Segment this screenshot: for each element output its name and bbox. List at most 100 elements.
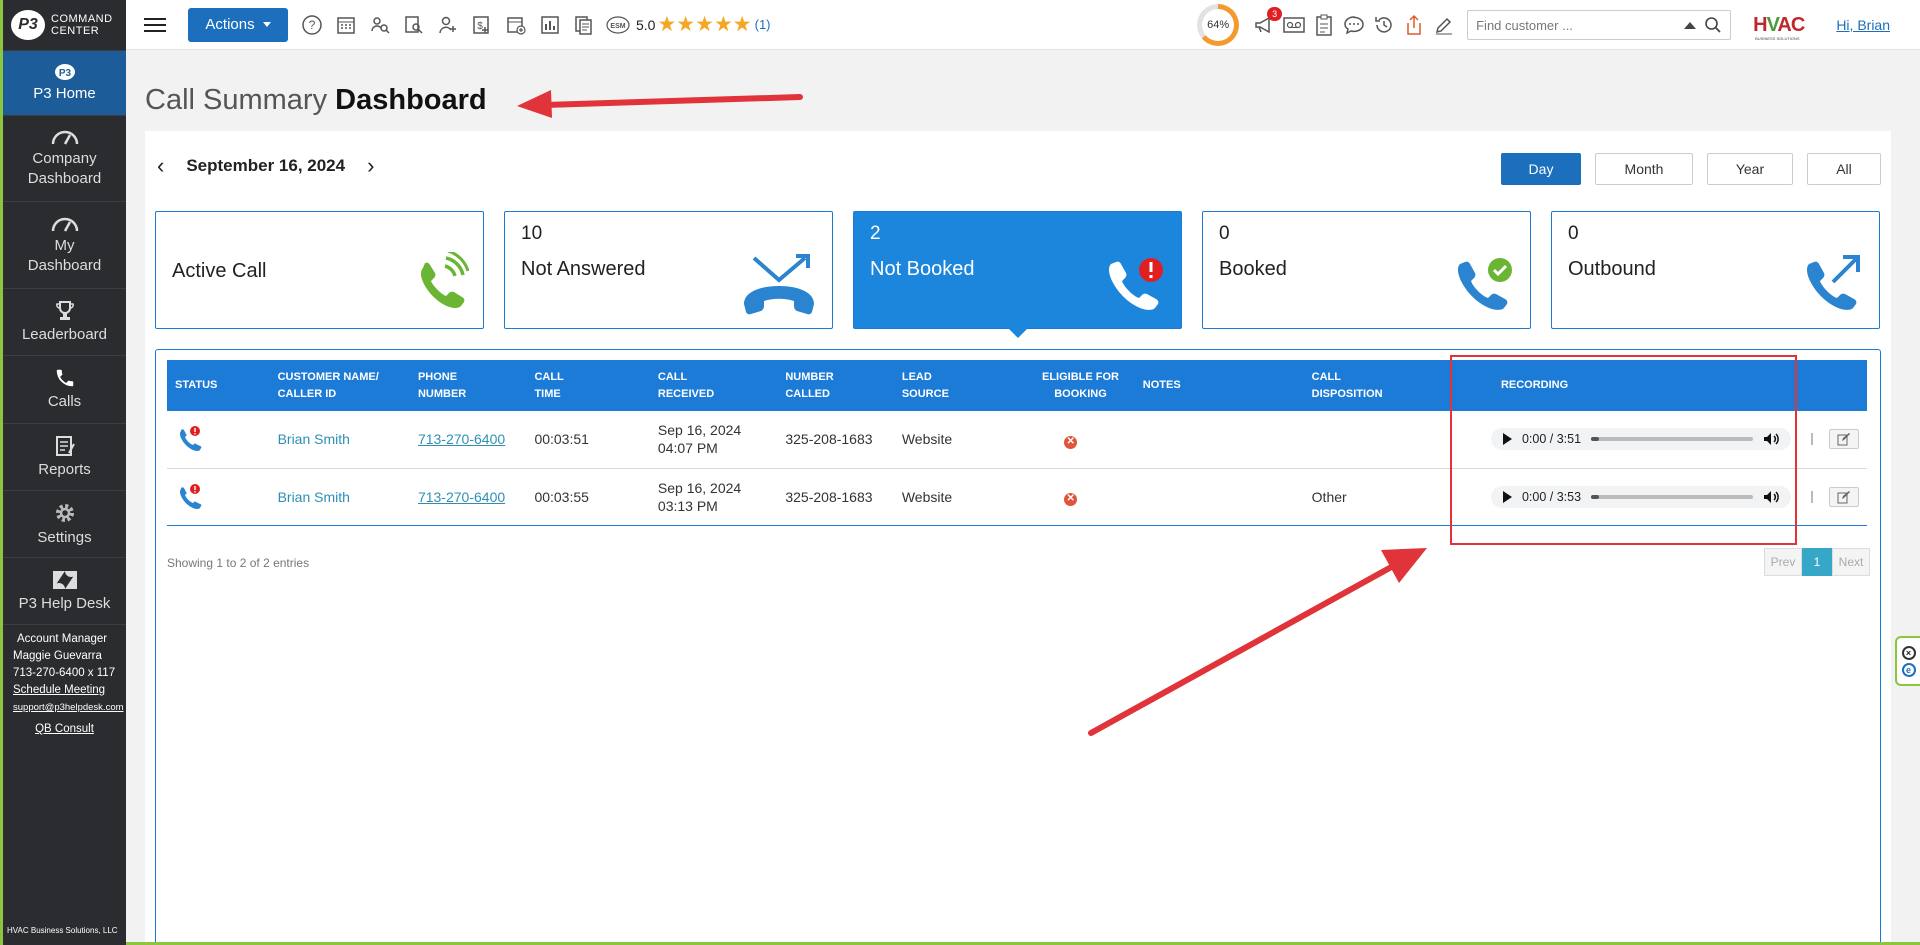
flag-icon[interactable] [1810,490,1821,503]
documents-icon[interactable] [572,13,596,37]
user-greeting-link[interactable]: Hi, Brian [1836,17,1890,33]
sidebar-item-p3-home[interactable]: P3 P3 Home [3,50,126,115]
hvac-logo: HVAC BUSINESS SOLUTIONS [1753,13,1805,41]
history-icon[interactable] [1372,13,1396,37]
card-not-booked[interactable]: 2 Not Booked [853,211,1182,338]
notes [1135,468,1304,525]
summary-cards: Active Call 10 Not Answered 2 Not Booked… [155,211,1880,338]
sidebar-item-company-dashboard[interactable]: Company Dashboard [3,115,126,201]
chevron-left-icon[interactable]: ‹ [157,153,164,179]
recording-highlight-box [1450,355,1797,545]
brand-logo[interactable]: P3 COMMAND CENTER [3,0,126,50]
outbound-call-icon [1806,255,1860,310]
pagination-next[interactable]: Next [1832,548,1870,576]
widget-e-icon[interactable]: e [1901,662,1916,677]
sidebar-item-calls[interactable]: Calls [3,355,126,423]
col-call-received[interactable]: CALL RECEIVED [650,360,777,411]
customer-name-link[interactable]: Brian Smith [270,468,410,525]
not-eligible-icon: ✕ [1064,435,1078,449]
phone-number-link[interactable]: 713-270-6400 [410,468,526,525]
add-invoice-icon[interactable]: $ [470,13,494,37]
chevron-right-icon[interactable]: › [367,153,374,179]
close-icon[interactable]: × [1901,645,1916,660]
search-icon[interactable] [1704,16,1722,34]
col-eligible-for-booking[interactable]: ELIGIBLE FOR BOOKING [1026,360,1135,411]
pagination-prev[interactable]: Prev [1764,548,1802,576]
phone-ringing-icon [420,252,469,308]
edit-icon[interactable] [1828,486,1859,507]
esm-label: ESM [610,23,625,30]
card-booked[interactable]: 0 Booked [1202,211,1531,329]
rating[interactable]: 5.0 ★★★★★ (1) [636,12,771,37]
star-rating-icon: ★★★★★ [657,13,752,36]
col-customer-name[interactable]: CUSTOMER NAME/CALLER ID [270,360,410,411]
toolbar-icons: ? $ ESM [300,13,630,37]
hamburger-menu-icon[interactable] [144,14,166,36]
range-all-button[interactable]: All [1807,153,1881,185]
phone-alert-icon [1108,258,1163,310]
help-icon[interactable]: ? [300,13,324,37]
customer-search-icon[interactable] [368,13,392,37]
account-manager-info: Account Manager Maggie Guevarra 713-270-… [3,624,126,738]
flag-icon[interactable] [1810,433,1821,446]
service-search-icon[interactable] [402,13,426,37]
add-appointment-icon[interactable] [504,13,528,37]
calendar-icon[interactable] [334,13,358,37]
col-call-time[interactable]: CALL TIME [526,360,649,411]
topbar: Actions ? $ ESM 5.0 ★★★★★ (1) 64% 3 Find… [126,0,1920,50]
speedometer-icon [51,217,78,232]
col-phone-number[interactable]: PHONE NUMBER [410,360,526,411]
range-day-button[interactable]: Day [1501,153,1581,185]
card-active-call[interactable]: Active Call [155,211,484,329]
pencil-icon[interactable] [1432,13,1456,37]
chat-icon[interactable] [1342,13,1366,37]
col-number-called[interactable]: NUMBER CALLED [777,360,893,411]
logo-line2: CENTER [51,25,100,37]
qb-consult-link[interactable]: QB Consult [13,721,126,738]
range-month-button[interactable]: Month [1595,153,1693,185]
bar-chart-icon[interactable] [538,13,562,37]
col-call-disposition[interactable]: CALL DISPOSITION [1304,360,1463,411]
voicemail-icon[interactable] [1282,13,1306,37]
schedule-meeting-link[interactable]: Schedule Meeting [13,682,126,699]
svg-text:P3: P3 [58,68,71,79]
support-email-link[interactable]: support@p3helpdesk.com [13,699,126,716]
card-not-answered[interactable]: 10 Not Answered [504,211,833,329]
sidebar-item-settings[interactable]: Settings [3,490,126,557]
megaphone-icon[interactable]: 3 [1252,7,1283,37]
call-time: 00:03:51 [534,431,589,448]
card-outbound[interactable]: 0 Outbound [1551,211,1880,329]
sidebar-item-reports[interactable]: Reports [3,423,126,490]
caret-down-icon [262,22,271,27]
add-user-icon[interactable] [436,13,460,37]
call-received: Sep 16, 2024 04:07 PM [657,422,742,457]
gauge-value: 64% [1202,9,1235,41]
sidebar-item-my-dashboard[interactable]: My Dashboard [3,201,126,288]
lead-source: Website [901,431,953,448]
side-widget[interactable]: × e [1895,636,1920,686]
actions-button[interactable]: Actions [188,7,288,42]
phone-number-link[interactable]: 713-270-6400 [410,411,526,468]
pagination-page-1[interactable]: 1 [1802,548,1832,576]
customer-name-link[interactable]: Brian Smith [270,411,410,468]
sidebar-item-label: Reports [38,460,91,478]
clipboard-icon[interactable] [1312,13,1336,37]
share-icon[interactable] [1402,13,1426,37]
account-title: Account Manager [17,633,108,645]
range-year-button[interactable]: Year [1707,153,1793,185]
sidebar-item-p3-help-desk[interactable]: P3 Help Desk [3,557,126,624]
rating-count[interactable]: (1) [755,17,771,32]
esm-icon[interactable]: ESM [606,13,630,37]
col-status[interactable]: STATUS [167,360,270,411]
col-notes[interactable]: NOTES [1135,360,1304,411]
edit-icon[interactable] [1828,429,1859,450]
caret-up-icon[interactable] [1684,21,1697,29]
sidebar-item-leaderboard[interactable]: Leaderboard [3,288,126,355]
call-disposition [1304,411,1463,468]
sidebar-item-label: P3 Home [33,84,96,102]
sidebar-item-label: Company Dashboard [27,150,102,187]
trophy-icon [55,300,74,320]
progress-gauge[interactable]: 64% [1197,4,1240,46]
customer-search-input[interactable] [1476,17,1685,33]
col-lead-source[interactable]: LEAD SOURCE [894,360,1026,411]
